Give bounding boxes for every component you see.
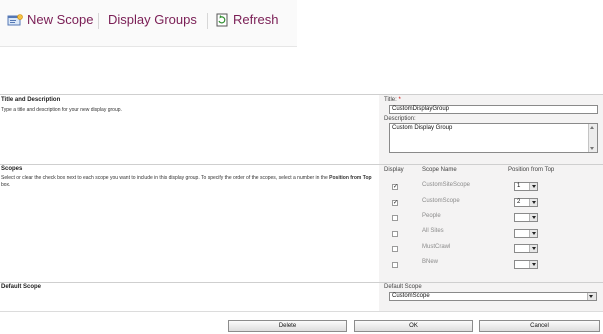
scopes-section-description: Select or clear the check box next to ea… <box>1 175 373 189</box>
chevron-down-icon <box>587 293 596 300</box>
section-divider <box>0 311 603 312</box>
col-position-header: Position from Top <box>508 167 555 173</box>
chevron-down-icon <box>529 183 537 190</box>
position-dropdown[interactable]: 2 <box>514 198 538 207</box>
refresh-icon <box>216 13 228 27</box>
display-groups-label: Display Groups <box>108 12 197 27</box>
new-scope-icon <box>7 14 23 26</box>
new-scope-button[interactable]: New Scope <box>7 12 93 30</box>
default-scope-label: Default Scope <box>384 284 422 290</box>
chevron-down-icon <box>529 214 537 221</box>
refresh-label: Refresh <box>233 12 279 27</box>
col-display-header: Display <box>384 167 404 173</box>
scopes-description-bold: Position from Top <box>329 175 372 181</box>
toolbar-separator <box>207 13 208 29</box>
scope-checkbox[interactable] <box>392 215 398 221</box>
scopes-panel <box>379 165 603 282</box>
scope-checkbox[interactable]: ✓ <box>392 200 398 206</box>
delete-button[interactable]: Delete <box>228 320 347 332</box>
description-textarea[interactable]: Custom Display Group <box>389 123 598 153</box>
scope-name: People <box>422 213 441 219</box>
scopes-section-heading: Scopes <box>1 166 23 172</box>
scroll-down-icon <box>590 147 594 150</box>
scopes-description-end: box. <box>1 182 11 188</box>
chevron-down-icon <box>529 230 537 237</box>
description-value: Custom Display Group <box>392 125 453 131</box>
position-dropdown[interactable] <box>514 229 538 238</box>
title-label-text: Title: <box>384 97 397 103</box>
new-scope-label: New Scope <box>27 12 94 27</box>
chevron-down-icon <box>529 245 537 252</box>
title-input[interactable]: CustomDisplayGroup <box>389 105 598 114</box>
position-value: 1 <box>517 183 521 189</box>
scope-checkbox[interactable] <box>392 262 398 268</box>
scope-name: CustomScope <box>422 198 460 204</box>
scroll-up-icon <box>590 126 594 129</box>
toolbar-separator <box>98 13 99 29</box>
col-scope-name-header: Scope Name <box>422 167 457 173</box>
scope-checkbox[interactable] <box>392 246 398 252</box>
scope-checkbox[interactable]: ✓ <box>392 184 398 190</box>
description-label: Description: <box>384 116 416 122</box>
title-label: Title: * <box>384 97 401 103</box>
default-scope-select[interactable]: CustomScope <box>389 292 597 301</box>
ok-button[interactable]: OK <box>354 320 473 332</box>
title-section-description: Type a title and description for your ne… <box>1 107 122 113</box>
default-scope-heading: Default Scope <box>1 284 42 290</box>
scope-name: All Sites <box>422 228 444 234</box>
scope-checkbox[interactable] <box>392 231 398 237</box>
chevron-down-icon <box>529 199 537 206</box>
scope-name: CustomSiteScope <box>422 182 471 188</box>
required-marker: * <box>398 97 401 103</box>
position-dropdown[interactable] <box>514 244 538 253</box>
position-value: 2 <box>517 199 521 205</box>
scopes-description-text: Select or clear the check box next to ea… <box>1 175 330 181</box>
display-groups-button[interactable]: Display Groups <box>108 12 197 30</box>
position-dropdown[interactable]: 1 <box>514 182 538 191</box>
default-scope-value: CustomScope <box>392 293 430 299</box>
position-dropdown[interactable] <box>514 260 538 269</box>
description-scrollbar[interactable] <box>588 124 597 152</box>
title-section-heading: Title and Description <box>1 97 61 103</box>
toolbar: New Scope Display Groups Refresh <box>0 0 297 47</box>
refresh-button[interactable]: Refresh <box>216 12 279 30</box>
position-dropdown[interactable] <box>514 213 538 222</box>
scope-name: BNew <box>422 259 439 265</box>
chevron-down-icon <box>529 261 537 268</box>
scope-name: MustCrawl <box>422 244 451 250</box>
cancel-button[interactable]: Cancel <box>479 320 600 332</box>
